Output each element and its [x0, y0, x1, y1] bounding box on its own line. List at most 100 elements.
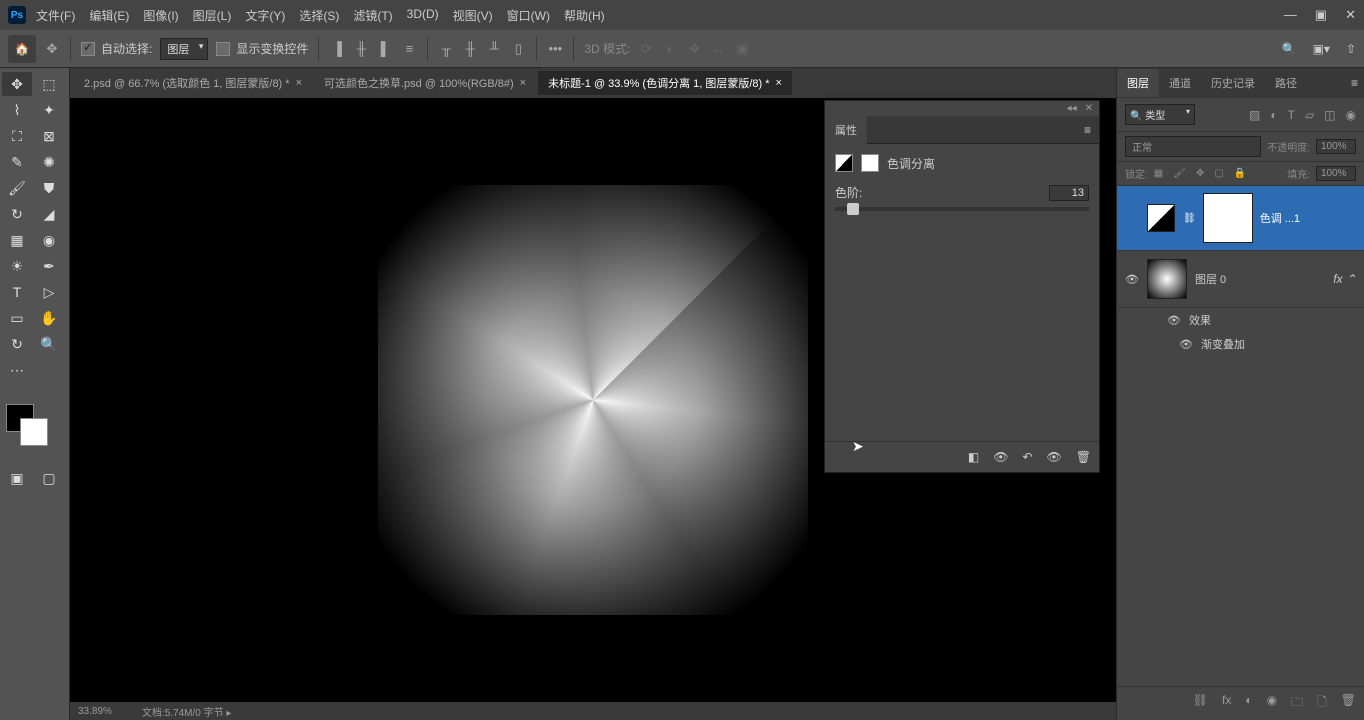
close-panel-icon[interactable]: ✕	[1085, 103, 1093, 114]
visibility-icon[interactable]: 👁	[1167, 314, 1181, 327]
filter-smart-icon[interactable]: ◫	[1324, 108, 1335, 122]
tab-history[interactable]: 历史记录	[1201, 69, 1265, 97]
gradient-tool[interactable]: ▦	[2, 228, 32, 252]
adj-thumb[interactable]	[1147, 204, 1175, 232]
healing-tool[interactable]: ✺	[34, 150, 64, 174]
menu-layer[interactable]: 图层(L)	[193, 7, 232, 24]
filter-adj-icon[interactable]: ◐	[1270, 108, 1277, 122]
valign-bot-icon[interactable]: ╨	[486, 41, 502, 57]
share-icon[interactable]: ⇧	[1346, 42, 1356, 56]
filter-toggle-icon[interactable]: ◉	[1346, 108, 1356, 122]
valign-top-icon[interactable]: ╥	[438, 41, 454, 57]
levels-input[interactable]	[1049, 185, 1089, 201]
background-swatch[interactable]	[20, 418, 48, 446]
fill-input[interactable]: 100%	[1316, 166, 1356, 181]
brush-tool[interactable]: 🖌	[2, 176, 32, 200]
layer-thumb[interactable]	[1147, 259, 1187, 299]
doc-tab-3[interactable]: 未标题-1 @ 33.9% (色调分离 1, 图层蒙版/8) *×	[538, 71, 792, 95]
tab-channels[interactable]: 通道	[1159, 69, 1201, 97]
menu-3d[interactable]: 3D(D)	[407, 7, 439, 24]
eraser-tool[interactable]: ◢	[34, 202, 64, 226]
color-swatches[interactable]	[2, 404, 52, 454]
transform-checkbox[interactable]: 显示变换控件	[216, 40, 308, 57]
rotate-tool[interactable]: ↻	[2, 332, 32, 356]
menu-window[interactable]: 窗口(W)	[507, 7, 550, 24]
mask-thumb[interactable]	[1204, 194, 1252, 242]
more-options-icon[interactable]: •••	[547, 41, 563, 57]
lasso-tool[interactable]: ⌇	[2, 98, 32, 122]
levels-slider[interactable]	[835, 207, 1089, 211]
toggle-vis-icon[interactable]: 👁	[1047, 450, 1062, 464]
visibility-icon[interactable]: 👁	[1179, 338, 1193, 351]
minimize-icon[interactable]: —	[1284, 7, 1297, 23]
tab-properties[interactable]: 属性	[825, 116, 867, 144]
close-tab-icon[interactable]: ×	[296, 77, 302, 89]
3d-pan-icon[interactable]: ✥	[686, 41, 702, 57]
menu-view[interactable]: 视图(V)	[453, 7, 493, 24]
mask-icon[interactable]	[861, 154, 879, 172]
link-icon[interactable]: ⛓	[1183, 213, 1196, 224]
home-button[interactable]: 🏠	[8, 35, 36, 63]
posterize-icon[interactable]	[835, 154, 853, 172]
clone-tool[interactable]: ⛊	[34, 176, 64, 200]
zoom-tool[interactable]: 🔍	[34, 332, 64, 356]
mask-icon[interactable]: ◐	[1245, 693, 1252, 714]
align-right-icon[interactable]: ▌	[377, 41, 393, 57]
distribute-icon[interactable]: ▯	[510, 41, 526, 57]
slider-thumb[interactable]	[847, 203, 859, 215]
crop-tool[interactable]: ⛶	[2, 124, 32, 148]
props-menu-icon[interactable]: ≡	[1076, 123, 1099, 137]
close-tab-icon[interactable]: ×	[520, 77, 526, 89]
extra-tool[interactable]: ⋯	[2, 358, 32, 382]
blend-mode-select[interactable]: 正常	[1125, 136, 1261, 157]
fx-icon[interactable]: fx	[1222, 693, 1231, 714]
eyedropper-tool[interactable]: ✎	[2, 150, 32, 174]
maximize-icon[interactable]: ▣	[1315, 7, 1327, 23]
fx-effects[interactable]: 👁 效果	[1117, 308, 1364, 332]
filter-type-icon[interactable]: T	[1288, 108, 1295, 122]
layer-posterize[interactable]: ⛓ 色调 ...1	[1117, 186, 1364, 251]
lock-all-icon[interactable]: 🔒	[1234, 168, 1246, 179]
layer-name[interactable]: 色调 ...1	[1260, 210, 1300, 226]
menu-edit[interactable]: 编辑(E)	[89, 7, 129, 24]
close-tab-icon[interactable]: ×	[776, 77, 782, 89]
fx-gradient-overlay[interactable]: 👁 渐变叠加	[1117, 332, 1364, 356]
path-tool[interactable]: ▷	[34, 280, 64, 304]
history-brush[interactable]: ↻	[2, 202, 32, 226]
workspace-icon[interactable]: ▣▾	[1313, 42, 1330, 56]
menu-image[interactable]: 图像(I)	[143, 7, 178, 24]
group-icon[interactable]: 🗀	[1291, 693, 1303, 714]
tab-paths[interactable]: 路径	[1265, 69, 1307, 97]
layer-name[interactable]: 图层 0	[1195, 271, 1226, 287]
hand-tool[interactable]: ✋	[34, 306, 64, 330]
3d-orbit-icon[interactable]: ⟳	[638, 41, 654, 57]
doc-info[interactable]: 文档:5.74M/0 字节 ▸	[142, 704, 232, 719]
lock-pixels-icon[interactable]: ▦	[1154, 168, 1163, 179]
link-layers-icon[interactable]: ⛓	[1193, 693, 1208, 714]
doc-tab-1[interactable]: 2.psd @ 66.7% (选取颜色 1, 图层蒙版/8) *×	[74, 71, 312, 95]
artboard-tool[interactable]: ⬚	[34, 72, 64, 96]
screenmode-tool[interactable]: ▢	[34, 466, 64, 490]
opacity-input[interactable]: 100%	[1316, 139, 1356, 154]
menu-type[interactable]: 文字(Y)	[245, 7, 285, 24]
lock-artboard-icon[interactable]: ▢	[1214, 168, 1223, 179]
3d-slide-icon[interactable]: ↔	[710, 41, 726, 57]
kind-select[interactable]: 🔍 类型	[1125, 104, 1195, 125]
slice-tool[interactable]: ⊠	[34, 124, 64, 148]
search-icon[interactable]: 🔍	[1282, 42, 1297, 56]
new-layer-icon[interactable]: 🗋	[1317, 693, 1327, 714]
preset-icon[interactable]: 👁	[993, 450, 1008, 464]
3d-roll-icon[interactable]: ◐	[662, 41, 678, 57]
doc-tab-2[interactable]: 可选颜色之换草.psd @ 100%(RGB/8#)×	[314, 71, 536, 95]
layer-0[interactable]: 👁 图层 0 fx ⌃	[1117, 251, 1364, 308]
lock-brush-icon[interactable]: 🖌	[1173, 168, 1186, 179]
zoom-level[interactable]: 33.89%	[78, 706, 112, 717]
checkbox-icon[interactable]	[216, 42, 230, 56]
checkbox-icon[interactable]	[81, 42, 95, 56]
menu-file[interactable]: 文件(F)	[36, 7, 75, 24]
tab-layers[interactable]: 图层	[1117, 69, 1159, 97]
blur-tool[interactable]: ◉	[34, 228, 64, 252]
layer-select[interactable]: 图层	[160, 38, 208, 60]
3d-cam-icon[interactable]: ▣	[734, 41, 750, 57]
shape-tool[interactable]: ▭	[2, 306, 32, 330]
